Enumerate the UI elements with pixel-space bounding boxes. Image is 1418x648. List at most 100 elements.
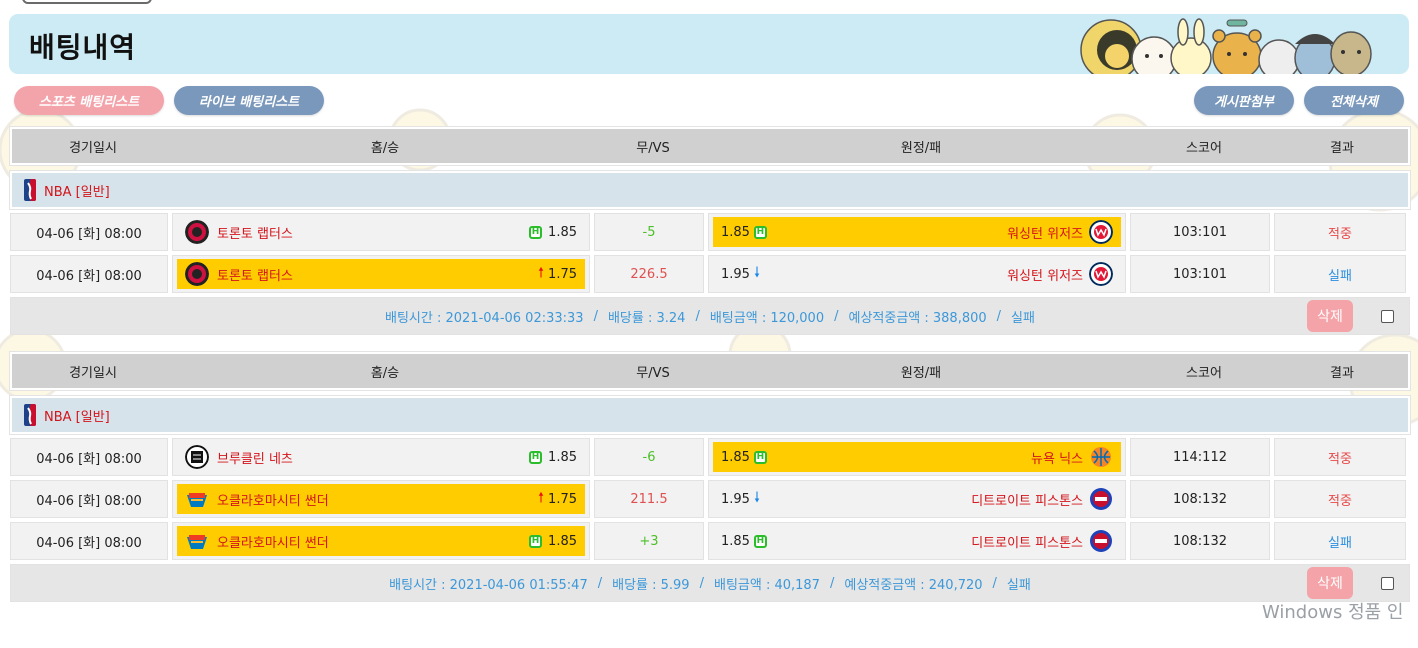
- home-pick[interactable]: 토론토 랩터스 🠕 1.75: [172, 255, 590, 293]
- away-odds: 1.85: [721, 224, 750, 240]
- header-away: 원정/패: [900, 365, 942, 381]
- delete-all-button[interactable]: 전체삭제: [1304, 86, 1404, 115]
- select-bet-checkbox[interactable]: [1381, 577, 1394, 590]
- game-row: 04-06 [화] 08:00 오클라호마시티 썬더 H 1.85 +3 1.85…: [10, 522, 1410, 560]
- handicap-icon: H: [753, 225, 767, 239]
- vs-value[interactable]: 226.5: [594, 255, 704, 293]
- away-pick[interactable]: 1.85 H 뉴욕 닉스: [708, 438, 1126, 476]
- select-bet-checkbox[interactable]: [1381, 310, 1394, 323]
- league-row: NBA [일반]: [9, 395, 1411, 435]
- bet-slip-1: 경기일시 홈/승 무/VS 원정/패 스코어 결과 NBA [일반] 04-06…: [9, 126, 1411, 335]
- handicap-icon: H: [529, 225, 543, 239]
- table-header: 경기일시 홈/승 무/VS 원정/패 스코어 결과: [9, 351, 1411, 391]
- away-team-name: 디트로이트 피스톤스: [971, 535, 1083, 551]
- raptors-logo-icon: [185, 262, 209, 286]
- page-banner: 배팅내역: [9, 14, 1409, 74]
- header-result: 결과: [1330, 140, 1354, 156]
- wizards-logo-icon: [1089, 220, 1113, 244]
- thunder-logo-icon: [187, 535, 207, 549]
- vs-value[interactable]: -5: [594, 213, 704, 251]
- home-odds: 1.85: [548, 224, 577, 240]
- header-date: 경기일시: [69, 140, 117, 156]
- thunder-logo-icon: [187, 493, 207, 507]
- away-team-name: 디트로이트 피스톤스: [971, 493, 1083, 509]
- league-name: NBA [일반]: [44, 184, 110, 200]
- header-score: 스코어: [1186, 365, 1222, 381]
- raptors-logo-icon: [185, 220, 209, 244]
- bet-status: 실패: [1006, 577, 1031, 593]
- header-date: 경기일시: [69, 365, 117, 381]
- game-score: 103:101: [1130, 213, 1270, 251]
- arrow-up-icon: 🠕: [538, 490, 545, 506]
- top-tab-stub: [22, 0, 152, 4]
- home-odds: 1.85: [548, 449, 577, 465]
- attach-to-board-button[interactable]: 게시판첨부: [1194, 86, 1294, 115]
- away-team-name: 뉴욕 닉스: [1031, 451, 1083, 467]
- game-score: 114:112: [1130, 438, 1270, 476]
- bet-slip-2: 경기일시 홈/승 무/VS 원정/패 스코어 결과 NBA [일반] 04-06…: [9, 351, 1411, 602]
- away-odds: 1.85: [721, 533, 750, 549]
- handicap-icon: H: [529, 534, 543, 548]
- game-result: 실패: [1274, 255, 1406, 293]
- home-team-name: 오클라호마시티 썬더: [217, 493, 329, 509]
- home-odds: 1.75: [548, 491, 577, 507]
- delete-bet-button[interactable]: 삭제: [1307, 567, 1353, 599]
- away-team-name: 워싱턴 위저즈: [1007, 268, 1083, 284]
- home-pick[interactable]: 토론토 랩터스 H 1.85: [172, 213, 590, 251]
- header-vs: 무/VS: [636, 365, 670, 381]
- pistons-logo-icon: [1090, 530, 1112, 552]
- game-result: 실패: [1274, 522, 1406, 560]
- tab-live-bet-list[interactable]: 라이브 배팅리스트: [174, 86, 324, 115]
- delete-bet-button[interactable]: 삭제: [1307, 300, 1353, 332]
- vs-value[interactable]: +3: [594, 522, 704, 560]
- home-team-name: 토론토 랩터스: [217, 226, 293, 242]
- nets-logo-icon: [185, 445, 209, 469]
- bet-status: 실패: [1011, 310, 1035, 326]
- game-date: 04-06 [화] 08:00: [10, 255, 168, 293]
- vs-value[interactable]: 211.5: [594, 480, 704, 518]
- away-pick[interactable]: 1.85 H 워싱턴 위저즈: [708, 213, 1126, 251]
- home-pick[interactable]: 오클라호마시티 썬더 H 1.85: [172, 522, 590, 560]
- header-result: 결과: [1330, 365, 1354, 381]
- handicap-icon: H: [529, 450, 543, 464]
- header-vs: 무/VS: [636, 140, 670, 156]
- game-score: 108:132: [1130, 480, 1270, 518]
- pistons-logo-icon: [1090, 488, 1112, 510]
- tab-sports-bet-list[interactable]: 스포츠 배팅리스트: [14, 86, 164, 115]
- header-score: 스코어: [1186, 140, 1222, 156]
- game-score: 103:101: [1130, 255, 1270, 293]
- away-team-name: 워싱턴 위저즈: [1007, 226, 1083, 242]
- home-odds: 1.75: [548, 266, 577, 282]
- home-team-name: 토론토 랩터스: [217, 268, 293, 284]
- vs-value[interactable]: -6: [594, 438, 704, 476]
- bet-summary: 배팅시간 : 2021-04-06 02:33:33/ 배당률 : 3.24/ …: [10, 297, 1410, 335]
- game-result: 적중: [1274, 438, 1406, 476]
- game-score: 108:132: [1130, 522, 1270, 560]
- home-pick[interactable]: 브루클린 네츠 H 1.85: [172, 438, 590, 476]
- home-odds: 1.85: [548, 533, 577, 549]
- away-pick[interactable]: 1.95 🠗 디트로이트 피스톤스: [708, 480, 1126, 518]
- away-pick[interactable]: 1.85 H 디트로이트 피스톤스: [708, 522, 1126, 560]
- windows-activation-watermark: Windows 정품 인: [1262, 602, 1404, 623]
- game-row: 04-06 [화] 08:00 토론토 랩터스 H 1.85 -5 1.85 H 워…: [10, 213, 1410, 251]
- game-date: 04-06 [화] 08:00: [10, 480, 168, 518]
- nba-logo-icon: [24, 179, 36, 201]
- away-odds: 1.95: [721, 266, 750, 282]
- bet-amount: 배팅금액 : 40,187: [713, 577, 820, 593]
- wizards-logo-icon: [1089, 262, 1113, 286]
- header-home: 홈/승: [370, 365, 400, 381]
- game-date: 04-06 [화] 08:00: [10, 213, 168, 251]
- away-odds: 1.95: [721, 491, 750, 507]
- home-pick[interactable]: 오클라호마시티 썬더 🠕 1.75: [172, 480, 590, 518]
- away-pick[interactable]: 1.95 🠗 워싱턴 위저즈: [708, 255, 1126, 293]
- expected-payout: 예상적중금액 : 240,720: [844, 577, 983, 593]
- arrow-up-icon: 🠕: [538, 265, 545, 281]
- away-odds: 1.85: [721, 449, 750, 465]
- game-date: 04-06 [화] 08:00: [10, 522, 168, 560]
- handicap-icon: H: [753, 450, 767, 464]
- bet-odds: 배당률 : 5.99: [612, 577, 690, 593]
- bet-time: 배팅시간 : 2021-04-06 01:55:47: [389, 577, 588, 593]
- game-row: 04-06 [화] 08:00 브루클린 네츠 H 1.85 -6 1.85 H 뉴…: [10, 438, 1410, 476]
- bet-summary: 배팅시간 : 2021-04-06 01:55:47/ 배당률 : 5.99/ …: [10, 564, 1410, 602]
- game-row: 04-06 [화] 08:00 오클라호마시티 썬더 🠕 1.75 211.5 1…: [10, 480, 1410, 518]
